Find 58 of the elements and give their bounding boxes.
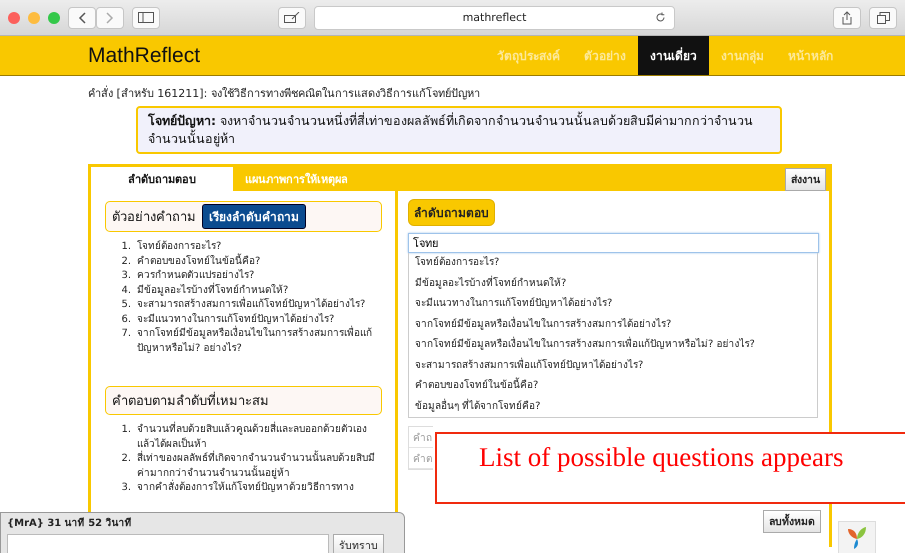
pen-icon [284,12,300,23]
suggestion-item[interactable]: โจทย์ต้องการอะไร? [409,253,817,274]
share-icon [841,10,853,24]
reload-icon[interactable] [655,12,666,23]
suggestion-item[interactable]: จะมีแนวทางในการแก้โจทย์ปัญหาได้อย่างไร? [409,294,817,314]
problem-text: โจทย์ปัญหา: จงหาจำนวนจำนวนหนึ่งที่สี่เท่าของผลลัพธ์ที่เกิดจากจำนวนจำนวนนั้นลบด้วยสิบมีค่ามากกว่าจำนวนจำนวนนั้นอยู่ห้า [136,106,782,154]
example-question: จากโจทย์มีข้อมูลหรือเงื่อนไขในการสร้างสมการเพื่อแก้ปัญหาหรือไม่? อย่างไร? [137,327,382,356]
chat-header: {MrA} 31 นาที 52 วินาที [7,516,133,530]
answer-text: สี่เท่าของผลลัพธ์ที่เกิดจากจำนวนจำนวนนั้นลบด้วยสิบมีค่ามากกว่าจำนวนจำนวนนั้นอยู่ห้า [137,452,382,481]
answers-title: คำตอบตามลำดับที่เหมาะสม [112,390,269,411]
back-button[interactable] [68,6,96,28]
answer-text: จำนวนที่ลบด้วยสิบแล้วคูณด้วยสี่และลบออกด้วยตัวเองแล้วได้ผลเป็นห้า [137,423,382,452]
framework-logo-icon[interactable] [838,521,876,553]
tabs-button[interactable] [869,6,897,28]
tabs-icon [876,12,890,24]
sidebar-button[interactable] [132,6,160,28]
acknowledge-button[interactable]: รับทราบ [333,534,384,553]
submit-button[interactable]: ส่งงาน [785,168,826,190]
callout-text: List of possible questions appears [435,432,905,504]
example-question: จะมีแนวทางในการแก้โจทย์ปัญหาได้อย่างไร? [137,312,334,326]
answer-text: จากคำสั่งต้องการให้แก้โจทย์ปัญหาด้วยวิธีการทาง [137,481,354,496]
instruction-text: คำสั่ง [สำหรับ 161211]: จงใช้วิธีการทางพีชคณิตในการแสดงวิธีการแก้โจทย์ปัญหา [88,84,481,102]
logo[interactable]: MathReflect [88,44,200,68]
suggestion-item[interactable]: คำตอบของโจทย์ในข้อนี้คือ? [409,376,817,396]
sidebar-icon [138,12,154,23]
tab[interactable]: ลำดับถามตอบ [91,167,233,191]
example-question: มีข้อมูลอะไรบ้างที่โจทย์กำหนดให้? [137,284,288,296]
item-number: 1. [120,240,131,254]
item-number: 6. [120,312,131,326]
clear-all-button[interactable]: ลบทั้งหมด [763,510,821,533]
item-number: 1. [120,423,131,437]
question-input[interactable]: โจทย [408,233,819,253]
address-bar[interactable]: mathreflect [314,6,675,30]
sort-questions-button[interactable]: เรียงลำดับคำถาม [202,204,306,229]
example-question: คำตอบของโจทย์ในข้อนี้คือ? [137,254,260,268]
suggestion-item[interactable]: จากโจทย์มีข้อมูลหรือเงื่อนไขในการสร้างสมการได้อย่างไร? [409,314,817,335]
chevron-left-icon [78,12,86,24]
suggestion-item[interactable]: มีข้อมูลอะไรบ้างที่โจทย์กำหนดให้? [409,274,817,294]
share-button[interactable] [833,6,861,28]
nav-item[interactable]: งานเดี่ยว [638,36,709,75]
item-number: 3. [120,481,131,495]
chevron-right-icon [106,12,114,24]
suggestion-item[interactable]: ข้อมูลอื่นๆ ที่ได้จากโจทย์คือ? [409,396,817,417]
item-number: 4. [120,284,131,298]
example-question: จะสามารถสร้างสมการเพื่อแก้โจทย์ปัญหาได้อย่างไร? [137,298,366,312]
item-number: 2. [120,254,131,268]
examples-title: ตัวอย่างคำถาม [112,209,196,227]
item-number: 2. [120,452,131,466]
qa-title: ลำดับถามตอบ [408,199,495,226]
item-number: 3. [120,269,131,283]
example-question: โจทย์ต้องการอะไร? [137,240,222,254]
item-number: 7. [120,327,131,341]
suggestion-item[interactable]: จะสามารถสร้างสมการเพื่อแก้โจทย์ปัญหาได้อย่างไร? [409,356,817,376]
chat-input[interactable] [7,534,329,553]
example-question: ควรกำหนดตัวแปรอย่างไร? [137,269,254,282]
item-number: 5. [120,298,131,312]
suggestion-item[interactable]: จากโจทย์มีข้อมูลหรือเงื่อนไขในการสร้างสมการเพื่อแก้ปัญหาหรือไม่? อย่างไร? [409,335,817,356]
edit-button[interactable] [278,6,306,28]
